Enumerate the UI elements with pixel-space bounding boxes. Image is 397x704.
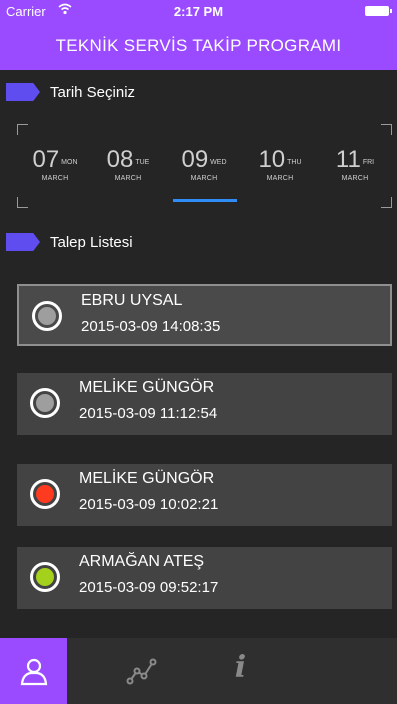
selected-date-indicator <box>173 199 237 202</box>
request-list-item[interactable]: MELİKE GÜNGÖR 2015-03-09 11:12:54 <box>17 373 392 435</box>
frame-corner-icon <box>381 197 392 208</box>
request-datetime: 2015-03-09 09:52:17 <box>79 579 219 596</box>
date-day-name: MON <box>61 159 78 167</box>
list-section-title: Talep Listesi <box>50 234 133 251</box>
request-list-item[interactable]: MELİKE GÜNGÖR 2015-03-09 10:02:21 <box>17 464 392 526</box>
date-day-number: 07 <box>32 146 60 173</box>
request-list-item[interactable]: ARMAĞAN ATEŞ 2015-03-09 09:52:17 <box>17 547 392 609</box>
list-section-label: Talep Listesi <box>0 231 200 253</box>
date-day-name: WED <box>210 159 227 167</box>
date-item-11[interactable]: 11 FRI MARCH <box>319 146 391 182</box>
tab-requests[interactable] <box>0 638 67 704</box>
request-datetime: 2015-03-09 14:08:35 <box>81 318 221 335</box>
date-picker: 07 MON MARCH 08 TUE MARCH 09 WED MARCH 10 TH… <box>17 124 392 208</box>
date-day-number: 08 <box>106 146 134 173</box>
request-customer-name: MELİKE GÜNGÖR <box>79 379 215 396</box>
date-day-number: 10 <box>258 146 286 173</box>
date-section-label: Tarih Seçiniz <box>0 81 200 103</box>
date-month: MARCH <box>266 175 294 182</box>
chart-line-icon <box>126 658 157 685</box>
frame-corner-icon <box>381 124 392 135</box>
request-list-item[interactable]: EBRU UYSAL 2015-03-09 14:08:35 <box>17 284 392 346</box>
date-item-08[interactable]: 08 TUE MARCH <box>92 146 164 182</box>
user-icon <box>20 658 48 686</box>
request-datetime: 2015-03-09 10:02:21 <box>79 496 219 513</box>
request-datetime: 2015-03-09 11:12:54 <box>79 405 218 422</box>
date-month: MARCH <box>114 175 142 182</box>
battery-icon <box>365 6 392 16</box>
date-day-name: TUE <box>135 159 150 167</box>
tab-statistics[interactable] <box>108 638 175 704</box>
section-tag-icon <box>6 83 40 101</box>
date-month: MARCH <box>41 175 69 182</box>
date-section-title: Tarih Seçiniz <box>50 84 136 101</box>
date-day-number: 11 <box>335 146 361 173</box>
date-month: MARCH <box>190 175 218 182</box>
date-day-name: THU <box>287 159 302 167</box>
app-header: TEKNİK SERVİS TAKİP PROGRAMI <box>0 22 397 70</box>
status-time: 2:17 PM <box>173 4 224 19</box>
status-bar: Carrier 2:17 PM <box>0 0 397 22</box>
date-day-number: 09 <box>181 146 209 173</box>
status-dot-icon <box>30 562 60 592</box>
request-customer-name: MELİKE GÜNGÖR <box>79 470 215 487</box>
date-day-name: FRI <box>362 159 375 167</box>
page-title: TEKNİK SERVİS TAKİP PROGRAMI <box>55 36 342 55</box>
status-dot-icon <box>32 301 62 331</box>
date-item-07[interactable]: 07 MON MARCH <box>19 146 91 182</box>
request-customer-name: EBRU UYSAL <box>81 292 183 309</box>
request-customer-name: ARMAĞAN ATEŞ <box>79 553 205 570</box>
tab-bar: i <box>0 638 397 704</box>
date-item-09[interactable]: 09 WED MARCH <box>168 146 240 182</box>
date-month: MARCH <box>341 175 369 182</box>
section-tag-icon <box>6 233 40 251</box>
info-icon: i <box>234 650 247 685</box>
status-dot-icon <box>30 388 60 418</box>
date-item-10[interactable]: 10 THU MARCH <box>244 146 316 182</box>
tab-info[interactable]: i <box>207 638 274 704</box>
status-dot-icon <box>30 479 60 509</box>
frame-corner-icon <box>17 124 28 135</box>
frame-corner-icon <box>17 197 28 208</box>
